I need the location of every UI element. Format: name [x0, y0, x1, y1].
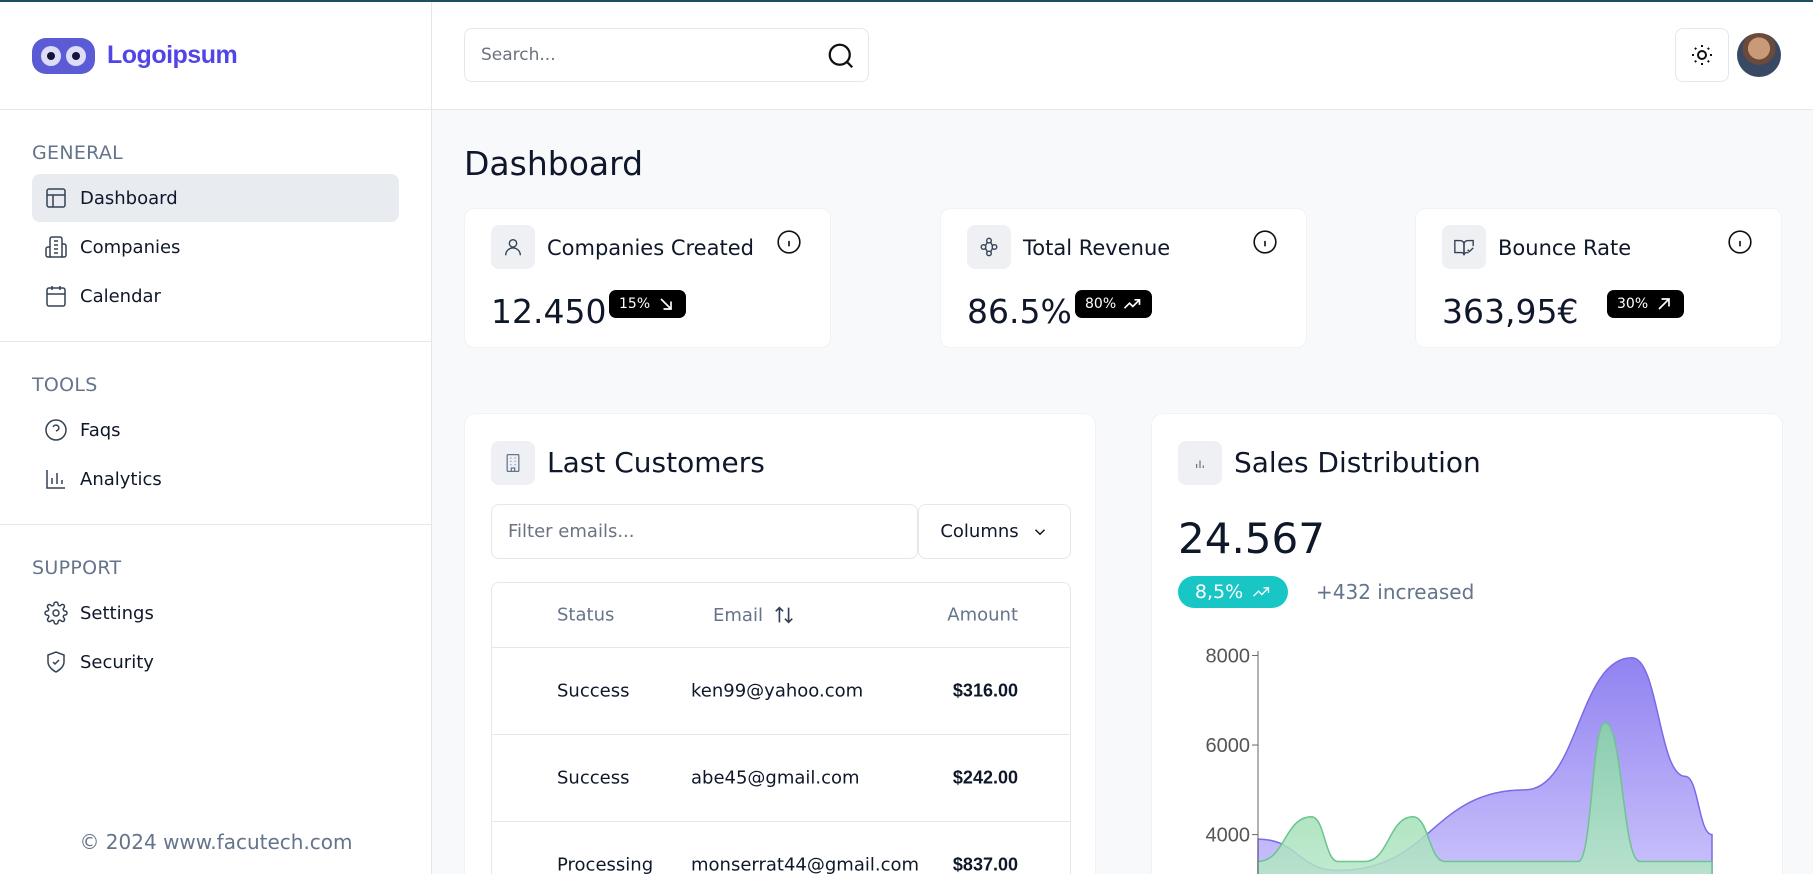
stat-value: 12.450 — [491, 292, 607, 331]
columns-dropdown-button[interactable]: Columns — [918, 504, 1071, 559]
table-row[interactable]: Processing monserrat44@gmail.com $837.00 — [492, 821, 1070, 874]
search-box[interactable] — [464, 28, 869, 82]
sidebar-item-faqs[interactable]: Faqs — [32, 406, 399, 454]
stat-card-bounce-rate: Bounce Rate 363,95€ 30% — [1415, 208, 1782, 348]
avatar[interactable] — [1737, 33, 1781, 77]
calendar-icon — [46, 286, 66, 307]
chart-y-tick-label: 4000 — [1206, 825, 1251, 847]
layout-icon — [46, 188, 66, 208]
sidebar-item-security[interactable]: Security — [32, 638, 399, 686]
search-icon[interactable] — [826, 41, 856, 71]
table-row[interactable]: Success ken99@yahoo.com $316.00 — [492, 647, 1070, 734]
building-icon — [45, 236, 67, 258]
trend-badge: 15% — [609, 290, 687, 318]
trend-badge: 30% — [1607, 290, 1685, 318]
trend-badge: 80% — [1075, 290, 1153, 318]
logo-icon — [32, 37, 95, 74]
sidebar-item-dashboard[interactable]: Dashboard — [32, 174, 399, 222]
trend-badge-label: 15% — [619, 296, 651, 312]
nav-section-support: SUPPORT Settings Security — [0, 525, 431, 707]
arrow-up-right-icon — [1658, 298, 1670, 310]
nav-heading: GENERAL — [32, 142, 124, 164]
stat-value: 86.5% — [967, 292, 1072, 331]
copyright-footer[interactable]: © 2024 www.facutech.com — [0, 830, 432, 854]
info-icon[interactable] — [1727, 229, 1753, 255]
trending-up-icon — [1124, 299, 1141, 309]
user-icon — [491, 225, 535, 269]
sidebar-item-label: Security — [80, 651, 154, 673]
panel-title: Last Customers — [547, 446, 765, 479]
top-header — [432, 2, 1813, 110]
row-amount: $316.00 — [952, 680, 1018, 701]
info-icon[interactable] — [1252, 229, 1278, 255]
column-header-email[interactable]: Email — [713, 604, 795, 626]
info-icon[interactable] — [776, 229, 802, 255]
stat-title: Companies Created — [547, 236, 754, 260]
sidebar-item-label: Calendar — [80, 285, 161, 307]
sidebar-item-calendar[interactable]: Calendar — [32, 272, 399, 320]
sidebar-item-label: Analytics — [80, 468, 162, 490]
chevron-down-icon — [1034, 528, 1045, 535]
stat-card-total-revenue: Total Revenue 86.5% 80% — [940, 208, 1307, 348]
sidebar-item-label: Faqs — [80, 419, 121, 441]
gear-icon — [44, 601, 68, 625]
book-open-check-icon — [1442, 225, 1486, 269]
sidebar-item-analytics[interactable]: Analytics — [32, 455, 399, 503]
sort-icon[interactable] — [773, 604, 795, 626]
filter-emails-input[interactable] — [491, 504, 918, 559]
trend-badge-label: 30% — [1617, 296, 1649, 312]
stat-title: Total Revenue — [1023, 236, 1171, 260]
row-email: monserrat44@gmail.com — [691, 854, 920, 874]
column-header-status[interactable]: Status — [557, 605, 614, 626]
row-amount: $837.00 — [952, 854, 1018, 874]
theme-toggle-button[interactable] — [1675, 28, 1729, 82]
column-header-email-label: Email — [713, 604, 763, 626]
last-customers-panel: Last Customers Columns Status Email Amou… — [464, 413, 1096, 874]
nav-section-tools: TOOLS Faqs Analytics — [0, 342, 431, 525]
page-title: Dashboard — [464, 144, 644, 183]
sales-distribution-panel: Sales Distribution 24.567 8,5% +432 incr… — [1151, 413, 1783, 874]
help-circle-icon — [45, 419, 67, 441]
columns-label: Columns — [940, 521, 1019, 542]
customers-table: Status Email Amount Success ken99@yahoo.… — [491, 582, 1071, 874]
column-header-amount[interactable]: Amount — [947, 605, 1018, 626]
sidebar-item-label: Companies — [80, 236, 181, 258]
stat-card-companies-created: Companies Created 12.450 15% — [464, 208, 831, 348]
logo[interactable]: Logoipsum — [0, 2, 431, 110]
sidebar-item-settings[interactable]: Settings — [32, 589, 399, 637]
shield-icon — [47, 651, 65, 673]
brand-name: Logoipsum — [107, 41, 238, 69]
row-amount: $242.00 — [952, 767, 1018, 788]
sidebar-item-label: Dashboard — [80, 187, 178, 209]
trend-badge-label: 80% — [1085, 296, 1117, 312]
sales-area-chart: 8000 6000 4000 — [1206, 645, 1713, 874]
table-row[interactable]: Success abe45@gmail.com $242.00 — [492, 734, 1070, 821]
search-input[interactable] — [481, 45, 811, 65]
stat-title: Bounce Rate — [1498, 236, 1632, 260]
sun-icon — [1692, 45, 1712, 65]
row-email: ken99@yahoo.com — [691, 680, 864, 702]
stat-value: 363,95€ — [1442, 292, 1579, 331]
workflow-icon — [967, 225, 1011, 269]
chart-y-tick-label: 6000 — [1206, 735, 1251, 757]
office-building-icon — [491, 441, 535, 485]
row-email: abe45@gmail.com — [691, 767, 860, 789]
bar-chart-icon — [46, 470, 65, 489]
table-header: Status Email Amount — [492, 583, 1070, 647]
nav-section-general: GENERAL Dashboard Companies Calendar — [0, 110, 431, 342]
row-status: Processing — [557, 854, 654, 874]
nav-heading: SUPPORT — [32, 557, 122, 579]
chart-y-tick-label: 8000 — [1206, 645, 1251, 667]
sidebar-item-companies[interactable]: Companies — [32, 223, 399, 271]
arrow-down-right-icon — [660, 298, 672, 310]
row-status: Success — [557, 680, 630, 702]
nav-heading: TOOLS — [32, 374, 98, 396]
sidebar-item-label: Settings — [80, 602, 154, 624]
row-status: Success — [557, 767, 630, 789]
sidebar: Logoipsum GENERAL Dashboard Companies Ca… — [0, 2, 432, 874]
